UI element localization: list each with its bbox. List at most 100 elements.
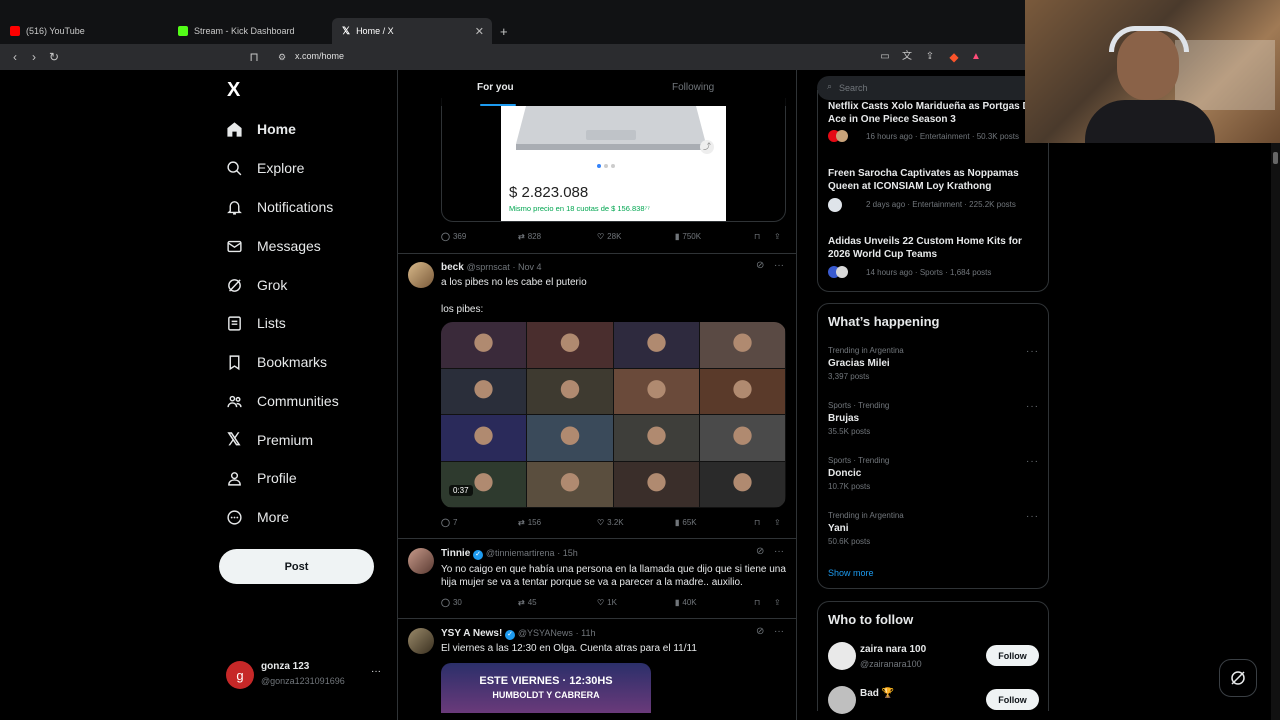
grok-icon[interactable]: ⊘: [756, 626, 764, 637]
nav-home[interactable]: Home: [225, 114, 296, 144]
like-button[interactable]: ♡ 1K: [597, 598, 617, 607]
forward-icon[interactable]: ›: [26, 49, 42, 65]
show-more-link[interactable]: Show more: [828, 568, 874, 578]
avatar[interactable]: [408, 262, 434, 288]
product-card[interactable]: ⤴ $ 2.823.088 Mismo precio en 18 cuotas …: [501, 106, 726, 221]
tab-following[interactable]: Following: [672, 82, 714, 93]
suggested-user-name[interactable]: Bad 🏆: [860, 688, 894, 699]
grok-floating-button[interactable]: [1219, 659, 1257, 697]
nav-notifications[interactable]: Notifications: [225, 192, 333, 222]
avatar[interactable]: [408, 628, 434, 654]
reply-button[interactable]: ◯ 7: [441, 518, 457, 527]
post-button[interactable]: Post: [219, 549, 374, 584]
news-item[interactable]: Freen Sarocha Captivates as Noppamas Que…: [828, 167, 1038, 193]
cast-icon[interactable]: ▭: [877, 49, 893, 65]
image-caption: HUMBOLDT Y CABRERA: [492, 690, 600, 700]
new-tab-button[interactable]: +: [494, 18, 518, 44]
back-icon[interactable]: ‹: [7, 49, 23, 65]
nav-grok[interactable]: Grok: [225, 270, 287, 300]
reload-icon[interactable]: ↻: [46, 49, 62, 65]
author-name[interactable]: Tinnie: [441, 548, 470, 559]
tab-for-you[interactable]: For you: [477, 82, 514, 93]
author-name[interactable]: YSY A News!: [441, 628, 502, 639]
nav-profile[interactable]: Profile: [225, 463, 297, 493]
tab-kick[interactable]: Stream - Kick Dashboard: [168, 18, 332, 44]
author-handle[interactable]: @tinniemartirena: [486, 548, 555, 558]
avatar[interactable]: [828, 642, 856, 670]
scrollbar-thumb[interactable]: [1273, 152, 1278, 164]
nav-bookmarks[interactable]: Bookmarks: [225, 347, 327, 377]
repost-button[interactable]: ⇄ 45: [518, 598, 537, 607]
news-item[interactable]: Adidas Unveils 22 Custom Home Kits for 2…: [828, 235, 1038, 261]
nav-premium[interactable]: 𝕏 Premium: [225, 425, 313, 455]
author-handle[interactable]: @sprnscat: [467, 262, 510, 272]
bookmark-post-icon[interactable]: ⊓: [754, 232, 760, 241]
nav-messages[interactable]: Messages: [225, 231, 321, 261]
post-video[interactable]: 0:37: [441, 322, 786, 508]
post-more-icon[interactable]: ···: [774, 260, 784, 271]
bookmark-post-icon[interactable]: ⊓: [754, 518, 760, 527]
author-name[interactable]: beck: [441, 262, 464, 273]
share-post-icon[interactable]: ⇪: [774, 598, 781, 607]
views-button[interactable]: ▮ 65K: [675, 518, 697, 527]
grok-icon[interactable]: ⊘: [756, 260, 764, 271]
brave-shield-icon[interactable]: ◆: [946, 49, 962, 65]
repost-button[interactable]: ⇄ 828: [518, 232, 541, 241]
share-icon[interactable]: ⇪: [922, 49, 938, 65]
tab-x-home[interactable]: 𝕏 Home / X ✕: [332, 18, 492, 44]
reply-button[interactable]: ◯ 30: [441, 598, 462, 607]
trend-more-icon[interactable]: ···: [1026, 401, 1039, 412]
trend-item[interactable]: Trending in Argentina Yani 50.6K posts ·…: [828, 511, 1038, 551]
video-frame-tile: [527, 322, 613, 368]
avatar[interactable]: [408, 548, 434, 574]
brave-rewards-icon[interactable]: ▲: [968, 49, 984, 65]
post-time[interactable]: · 15h: [557, 548, 578, 558]
follow-button[interactable]: Follow: [986, 645, 1039, 666]
account-more-icon[interactable]: ···: [371, 666, 381, 677]
translate-icon[interactable]: 文: [899, 49, 915, 65]
site-settings-icon[interactable]: ⚙: [274, 49, 290, 65]
nav-lists[interactable]: Lists: [225, 308, 286, 338]
x-logo[interactable]: X: [227, 79, 240, 102]
post-image[interactable]: ESTE VIERNES · 12:30HS HUMBOLDT Y CABRER…: [441, 663, 651, 713]
kick-favicon-icon: [178, 26, 188, 36]
like-button[interactable]: ♡ 3.2K: [597, 518, 624, 527]
views-button[interactable]: ▮ 40K: [675, 598, 697, 607]
views-button[interactable]: ▮ 750K: [675, 232, 701, 241]
url-bar[interactable]: x.com/home: [295, 51, 344, 61]
nav-communities[interactable]: Communities: [225, 386, 339, 416]
like-button[interactable]: ♡ 28K: [597, 232, 621, 241]
reply-button[interactable]: ◯ 369: [441, 232, 466, 241]
tab-youtube[interactable]: (516) YouTube: [0, 18, 168, 44]
trend-more-icon[interactable]: ···: [1026, 456, 1039, 467]
repost-button[interactable]: ⇄ 156: [518, 518, 541, 527]
post-more-icon[interactable]: ···: [774, 546, 784, 557]
news-item[interactable]: Netflix Casts Xolo Maridueña as Portgas …: [828, 100, 1028, 126]
close-tab-icon[interactable]: ✕: [475, 25, 484, 38]
share-post-icon[interactable]: ⇪: [774, 232, 781, 241]
video-frame-tile: [613, 322, 699, 368]
grok-icon[interactable]: ⊘: [756, 546, 764, 557]
like-count: 28K: [607, 232, 622, 241]
nav-explore[interactable]: Explore: [225, 153, 304, 183]
page-scrollbar[interactable]: [1271, 70, 1280, 720]
share-icon[interactable]: ⤴: [700, 140, 714, 154]
account-switcher[interactable]: g gonza 123 @gonza1231091696 ···: [226, 660, 391, 690]
post-more-icon[interactable]: ···: [774, 626, 784, 637]
follow-button[interactable]: Follow: [986, 689, 1039, 710]
trend-item[interactable]: Sports · Trending Brujas 35.5K posts ···: [828, 401, 1038, 441]
trend-more-icon[interactable]: ···: [1026, 346, 1039, 357]
trend-item[interactable]: Trending in Argentina Gracias Milei 3,39…: [828, 346, 1038, 386]
suggested-user-name[interactable]: zaira nara 100: [860, 644, 926, 655]
bookmark-post-icon[interactable]: ⊓: [754, 598, 760, 607]
share-post-icon[interactable]: ⇪: [774, 518, 781, 527]
bookmark-page-icon[interactable]: ⊓: [246, 49, 262, 65]
nav-more[interactable]: More: [225, 502, 289, 532]
trend-more-icon[interactable]: ···: [1026, 511, 1039, 522]
post-time[interactable]: · Nov 4: [513, 262, 542, 272]
bookmark-icon: [225, 353, 243, 371]
trend-item[interactable]: Sports · Trending Doncic 10.7K posts ···: [828, 456, 1038, 496]
post-time[interactable]: · 11h: [576, 628, 596, 638]
avatar[interactable]: [828, 686, 856, 714]
author-handle[interactable]: @YSYANews: [518, 628, 573, 638]
